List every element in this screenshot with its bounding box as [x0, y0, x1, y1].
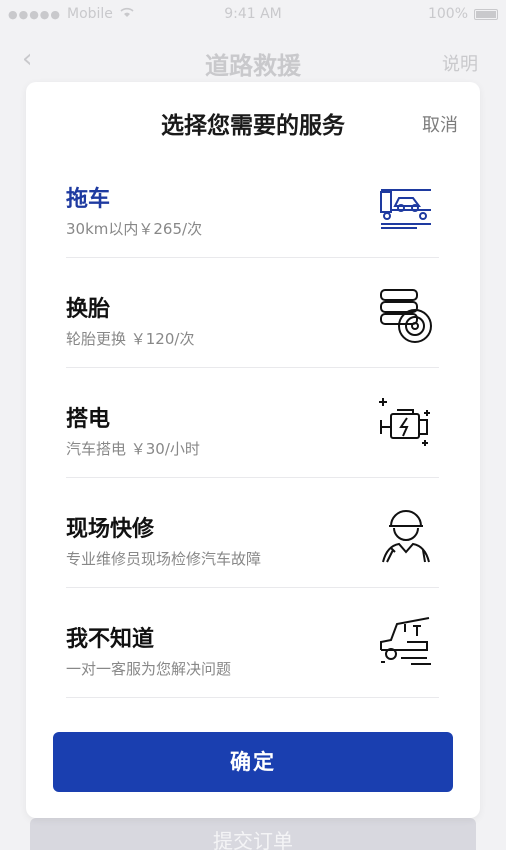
status-bar: ●●●●● Mobile 9:41 AM 100%: [0, 0, 506, 30]
tow-truck-icon: [380, 189, 431, 229]
service-name: 我不知道: [66, 627, 155, 652]
service-item-jumpstart[interactable]: 搭电 汽车搭电 ￥30/小时: [66, 368, 439, 478]
service-desc: 汽车搭电 ￥30/小时: [66, 440, 200, 458]
service-item-tow[interactable]: 拖车 30km以内￥265/次: [66, 148, 439, 258]
car-hood-open-icon: [380, 617, 431, 665]
service-name: 搭电: [66, 407, 111, 432]
modal-title: 选择您需要的服务: [161, 113, 345, 139]
battery-engine-icon: [379, 398, 430, 446]
page-title: 道路救援: [205, 52, 301, 80]
service-list: 拖车 30km以内￥265/次 换胎 轮胎更换 ￥120/次 搭电 汽车搭电 ￥…: [66, 148, 439, 698]
service-name: 拖车: [66, 187, 111, 212]
service-desc: 专业维修员现场检修汽车故障: [66, 550, 262, 568]
mechanic-icon: [382, 510, 430, 563]
submit-order-button[interactable]: 提交订单: [30, 818, 476, 850]
battery-icon: [474, 8, 498, 20]
service-item-unknown[interactable]: 我不知道 一对一客服为您解决问题: [66, 588, 439, 698]
service-desc: 30km以内￥265/次: [66, 220, 203, 238]
nav-bar: ‹ 道路救援 说明: [0, 36, 506, 84]
help-link[interactable]: 说明: [442, 50, 478, 76]
service-name: 换胎: [66, 297, 111, 322]
tire-stack-icon: [380, 289, 432, 343]
service-desc: 轮胎更换 ￥120/次: [66, 330, 195, 348]
service-item-onsite-repair[interactable]: 现场快修 专业维修员现场检修汽车故障: [66, 478, 439, 588]
battery-label: 100%: [427, 6, 468, 22]
service-name: 现场快修: [66, 517, 155, 542]
service-desc: 一对一客服为您解决问题: [66, 660, 232, 678]
confirm-button[interactable]: 确定: [53, 732, 453, 792]
service-picker-modal: 选择您需要的服务 取消 拖车 30km以内￥265/次 换胎 轮胎更换 ￥120…: [26, 82, 480, 818]
service-item-tire[interactable]: 换胎 轮胎更换 ￥120/次: [66, 258, 439, 368]
cancel-button[interactable]: 取消: [422, 111, 458, 137]
